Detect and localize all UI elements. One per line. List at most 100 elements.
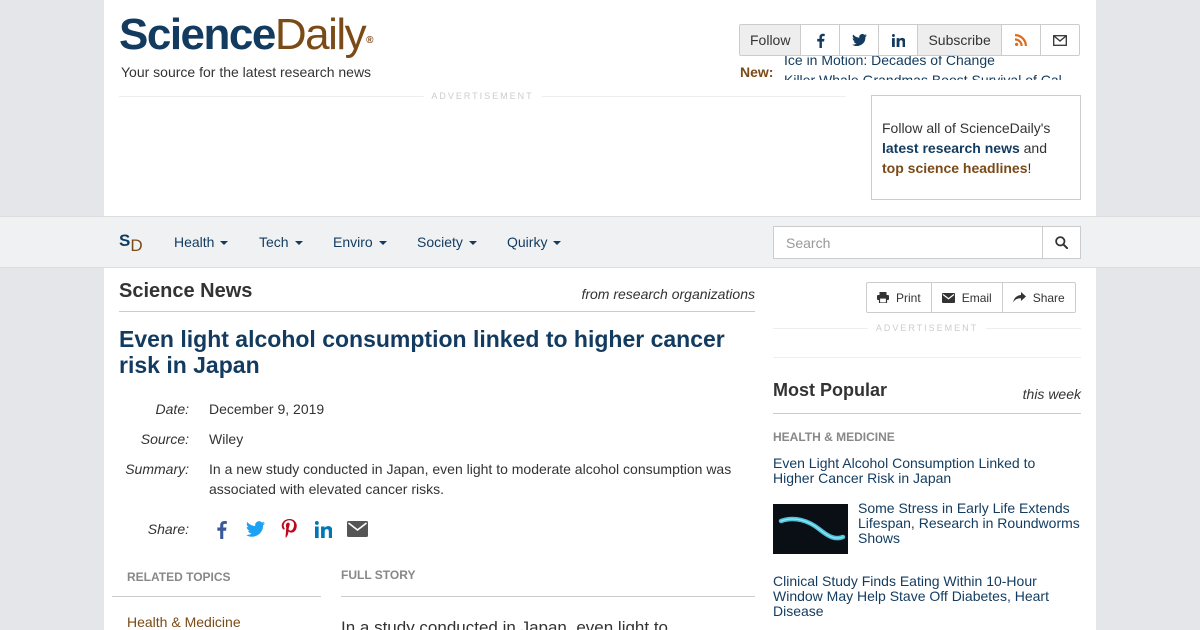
sd-logo-s: S xyxy=(119,231,131,250)
article-headline: Even light alcohol consumption linked to… xyxy=(119,326,725,378)
site-header: ScienceDaily® Your source for the latest… xyxy=(104,0,1096,216)
nav-item-health[interactable]: Health xyxy=(174,234,229,250)
popular-story-thumbnail[interactable] xyxy=(773,504,848,554)
follow-promo-box: Follow all of ScienceDaily's latest rese… xyxy=(871,95,1081,200)
article-source: Wiley xyxy=(209,431,244,447)
caret-down-icon xyxy=(220,241,229,246)
sidebar-divider xyxy=(773,357,1081,358)
advertisement-label: ADVERTISEMENT xyxy=(423,91,542,101)
email-label: Email xyxy=(961,290,992,305)
ticker-link[interactable]: Ice in Motion: Decades of Change xyxy=(784,56,995,68)
article-body-text: In a study conducted in Japan, even ligh… xyxy=(341,618,669,630)
logo-registered-mark: ® xyxy=(366,35,373,46)
full-story-divider xyxy=(341,596,755,597)
sd-logo-d: D xyxy=(130,236,143,255)
sidebar-advertisement-divider: ADVERTISEMENT xyxy=(773,323,1081,333)
new-label: New: xyxy=(740,64,774,80)
sd-home-logo[interactable]: SD xyxy=(119,231,143,255)
section-subtitle: from research organizations xyxy=(581,286,755,302)
section-title: Science News xyxy=(119,280,253,302)
search-icon xyxy=(1055,236,1068,249)
section-divider xyxy=(119,311,755,312)
twitter-icon xyxy=(245,521,265,537)
headline-ticker: Ice in Motion: Decades of Change Killer … xyxy=(784,56,1068,80)
follow-button[interactable]: Follow xyxy=(740,25,801,55)
share-pinterest-button[interactable] xyxy=(276,518,302,540)
most-popular-divider xyxy=(773,413,1081,414)
nav-item-tech[interactable]: Tech xyxy=(259,234,303,250)
search-input[interactable] xyxy=(773,226,1043,259)
nav-item-label: Tech xyxy=(259,234,289,250)
related-topics-label: RELATED TOPICS xyxy=(127,570,231,584)
subscribe-button[interactable]: Subscribe xyxy=(917,25,1001,55)
share-label: Share: xyxy=(147,521,189,537)
article-summary: In a new study conducted in Japan, even … xyxy=(209,461,732,497)
popular-story-link[interactable]: Clinical Study Finds Eating Within 10-Ho… xyxy=(773,574,1073,619)
facebook-icon xyxy=(216,520,227,539)
envelope-icon xyxy=(346,521,368,537)
email-button[interactable]: Email xyxy=(930,283,1002,312)
print-icon xyxy=(877,292,889,303)
rss-button[interactable] xyxy=(1000,25,1040,55)
share-linkedin-button[interactable] xyxy=(310,518,336,540)
pinterest-icon xyxy=(281,519,297,538)
roundworm-image xyxy=(778,516,846,541)
linkedin-follow-button[interactable] xyxy=(878,25,917,55)
related-topics-divider xyxy=(112,596,321,597)
share-email-button[interactable] xyxy=(344,518,370,540)
linkedin-icon xyxy=(314,520,332,538)
popular-category-label: HEALTH & MEDICINE xyxy=(773,430,895,444)
print-button[interactable]: Print xyxy=(867,283,931,312)
popular-story-link[interactable]: Some Stress in Early Life Extends Lifesp… xyxy=(858,501,1081,546)
logo-science-text: Science xyxy=(119,10,276,59)
nav-item-label: Health xyxy=(174,234,215,250)
share-twitter-button[interactable] xyxy=(242,518,268,540)
article-date: December 9, 2019 xyxy=(209,401,325,417)
main-content: Science News from research organizations… xyxy=(104,268,1096,630)
related-topic-link[interactable]: Health & Medicine xyxy=(127,614,241,630)
advertisement-label: ADVERTISEMENT xyxy=(867,323,987,333)
latest-research-news-link[interactable]: latest research news xyxy=(882,140,1020,156)
logo-daily-text: Daily xyxy=(274,10,367,59)
source-label: Source: xyxy=(140,431,189,447)
nav-item-label: Quirky xyxy=(507,234,548,250)
envelope-icon xyxy=(941,292,955,303)
advertisement-divider: ADVERTISEMENT xyxy=(119,91,846,101)
most-popular-period: this week xyxy=(1022,386,1081,402)
nav-item-label: Society xyxy=(417,234,463,250)
facebook-follow-button[interactable] xyxy=(800,25,839,55)
follow-promo-text: Follow all of ScienceDaily's xyxy=(882,120,1051,136)
date-label: Date: xyxy=(155,401,189,417)
follow-promo-text: ! xyxy=(1027,160,1032,176)
caret-down-icon xyxy=(378,241,387,246)
search-button[interactable] xyxy=(1042,226,1081,259)
top-science-headlines-link[interactable]: top science headlines xyxy=(882,160,1028,176)
nav-item-label: Enviro xyxy=(333,234,373,250)
envelope-icon xyxy=(1052,34,1067,46)
ticker-link[interactable]: Killer Whale Grandmas Boost Survival of … xyxy=(784,72,1062,80)
print-label: Print xyxy=(896,290,921,305)
nav-item-society[interactable]: Society xyxy=(417,234,477,250)
facebook-icon xyxy=(817,33,825,48)
nav-item-quirky[interactable]: Quirky xyxy=(507,234,562,250)
share-label: Share xyxy=(1032,290,1065,305)
rss-icon xyxy=(1014,34,1027,46)
share-button[interactable]: Share xyxy=(1001,283,1075,312)
twitter-icon xyxy=(852,34,867,46)
share-facebook-button[interactable] xyxy=(208,518,234,540)
site-tagline: Your source for the latest research news xyxy=(121,64,372,80)
main-nav: SD Health Tech Enviro Society Quirky xyxy=(0,216,1200,268)
follow-promo-text: and xyxy=(1019,140,1047,156)
article-tools: Print Email Share xyxy=(866,282,1076,313)
popular-story-link[interactable]: Even Light Alcohol Consumption Linked to… xyxy=(773,456,1063,486)
nav-item-enviro[interactable]: Enviro xyxy=(333,234,387,250)
follow-bar: Follow Subscribe xyxy=(739,24,1080,56)
summary-label: Summary: xyxy=(125,461,189,477)
twitter-follow-button[interactable] xyxy=(839,25,878,55)
most-popular-title: Most Popular xyxy=(773,380,888,400)
share-icon xyxy=(1012,292,1026,303)
caret-down-icon xyxy=(468,241,477,246)
linkedin-icon xyxy=(891,33,905,47)
site-logo[interactable]: ScienceDaily® xyxy=(119,10,373,60)
email-subscribe-button[interactable] xyxy=(1039,25,1079,55)
